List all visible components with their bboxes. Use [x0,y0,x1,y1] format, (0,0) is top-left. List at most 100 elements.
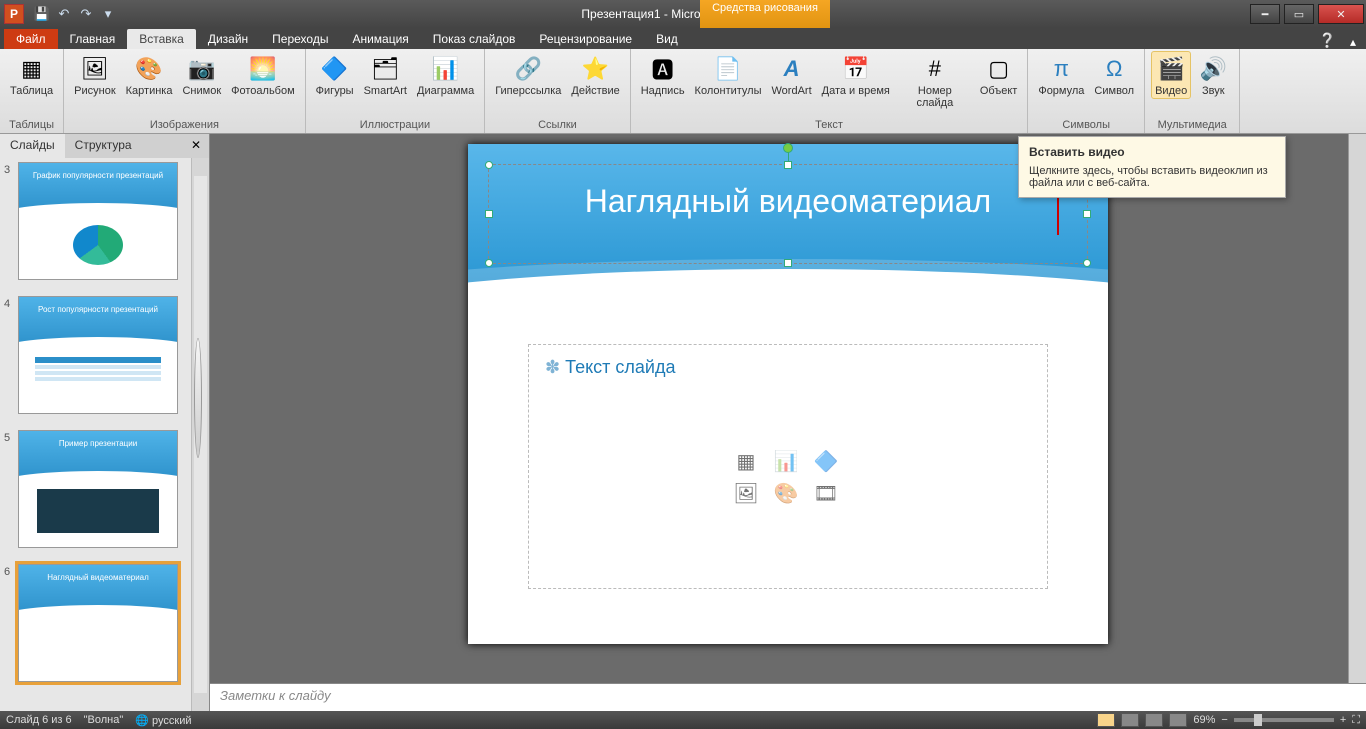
slides-tab[interactable]: Слайды [0,134,65,158]
slide-canvas[interactable]: Наглядный видеоматериал Текст слайда ▦ 📊… [210,134,1366,683]
fit-to-window-button[interactable]: ⛶ [1352,714,1360,727]
save-icon[interactable]: 💾 [32,4,52,24]
close-panel-icon[interactable]: ✕ [183,134,209,158]
workspace: Слайды Структура ✕ 3 График популярности… [0,134,1366,711]
chart-icon: 📊 [430,53,462,85]
normal-view-button[interactable] [1097,713,1115,727]
tab-review[interactable]: Рецензирование [527,29,644,49]
tab-transitions[interactable]: Переходы [260,29,340,49]
shapes-button[interactable]: 🔷Фигуры [312,51,358,99]
insert-clipart-icon[interactable]: 🎨 [771,481,801,507]
resize-handle[interactable] [784,161,792,169]
action-label: Действие [571,85,619,97]
insert-smartart-icon[interactable]: 🔷 [811,449,841,475]
body-placeholder-text[interactable]: Текст слайда [545,357,1031,378]
datetime-button[interactable]: 📅Дата и время [818,51,894,99]
tab-file[interactable]: Файл [4,29,58,49]
resize-handle[interactable] [485,259,493,267]
clipart-button[interactable]: 🎨Картинка [122,51,177,99]
outline-tab[interactable]: Структура [65,134,142,158]
media-group-label: Мультимедиа [1151,117,1233,133]
object-button[interactable]: ▢Объект [976,51,1021,99]
action-button[interactable]: ⭐Действие [567,51,623,99]
zoom-level[interactable]: 69% [1193,714,1215,726]
zoom-slider[interactable] [1234,718,1334,722]
insert-table-icon[interactable]: ▦ [731,449,761,475]
picture-button[interactable]: 🖼Рисунок [70,51,120,99]
slide-thumbnail-4[interactable]: Рост популярности презентаций [18,296,178,414]
links-group-label: Ссылки [491,117,624,133]
slidenumber-button[interactable]: #Номер слайда [896,51,974,111]
minimize-button[interactable]: ━ [1250,4,1280,24]
insert-chart-icon[interactable]: 📊 [771,449,801,475]
video-button[interactable]: 🎬Видео [1151,51,1191,99]
audio-label: Звук [1202,85,1225,97]
panel-scrollbar[interactable] [191,158,209,711]
table-button[interactable]: ▦Таблица [6,51,57,99]
contextual-tab-title: Средства рисования [700,2,830,14]
thumbnail-row: 4 Рост популярности презентаций [4,296,205,414]
close-button[interactable]: ✕ [1318,4,1364,24]
slide-thumbnail-6[interactable]: Наглядный видеоматериал [18,564,178,682]
slide[interactable]: Наглядный видеоматериал Текст слайда ▦ 📊… [468,144,1108,644]
photoalbum-button[interactable]: 🌅Фотоальбом [227,51,299,99]
reading-view-button[interactable] [1145,713,1163,727]
sorter-view-button[interactable] [1121,713,1139,727]
slideshow-view-button[interactable] [1169,713,1187,727]
hyperlink-button[interactable]: 🔗Гиперссылка [491,51,565,99]
equation-button[interactable]: πФормула [1034,51,1088,99]
rotation-handle[interactable] [783,143,793,153]
hyperlink-icon: 🔗 [512,53,544,85]
equation-label: Формула [1038,85,1084,97]
tab-home[interactable]: Главная [58,29,128,49]
zoom-in-button[interactable]: + [1340,714,1346,726]
audio-icon: 🔊 [1197,53,1229,85]
smartart-button[interactable]: 🗂SmartArt [360,51,411,99]
resize-handle[interactable] [1083,259,1091,267]
resize-handle[interactable] [1083,210,1091,218]
chart-button[interactable]: 📊Диаграмма [413,51,478,99]
audio-button[interactable]: 🔊Звук [1193,51,1233,99]
thumb-number: 6 [4,564,18,682]
insert-media-icon[interactable]: 🎞 [811,481,841,507]
language-indicator[interactable]: 🌐 русский [135,714,191,727]
textbox-icon: 🅰 [647,53,679,85]
datetime-icon: 📅 [840,53,872,85]
editor-scrollbar[interactable] [1348,134,1366,683]
zoom-out-button[interactable]: − [1221,714,1227,726]
resize-handle[interactable] [784,259,792,267]
textbox-button[interactable]: 🅰Надпись [637,51,689,99]
redo-icon[interactable]: ↷ [76,4,96,24]
wordart-button[interactable]: AWordArt [768,51,816,99]
content-placeholder[interactable]: Текст слайда ▦ 📊 🔷 🖼 🎨 🎞 [528,344,1048,589]
maximize-button[interactable]: ▭ [1284,4,1314,24]
undo-icon[interactable]: ↶ [54,4,74,24]
headerfooter-button[interactable]: 📄Колонтитулы [691,51,766,99]
clipart-label: Картинка [126,85,173,97]
symbol-button[interactable]: ΩСимвол [1090,51,1138,99]
slide-thumbnail-5[interactable]: Пример презентации [18,430,178,548]
tab-animation[interactable]: Анимация [340,29,420,49]
help-icon[interactable]: ❔ [1319,32,1336,49]
resize-handle[interactable] [485,210,493,218]
slide-thumbnail-3[interactable]: График популярности презентаций [18,162,178,280]
notes-pane[interactable]: Заметки к слайду [210,683,1366,711]
minimize-ribbon-icon[interactable]: ▴ [1350,35,1356,49]
screenshot-button[interactable]: 📷Снимок [178,51,225,99]
insert-picture-icon[interactable]: 🖼 [731,481,761,507]
tab-slideshow[interactable]: Показ слайдов [421,29,528,49]
thumb-number: 4 [4,296,18,414]
slides-panel-tabs: Слайды Структура ✕ [0,134,209,158]
status-bar: Слайд 6 из 6 "Волна" 🌐 русский 69% − + ⛶ [0,711,1366,729]
tab-insert[interactable]: Вставка [127,29,196,49]
slide-title-text[interactable]: Наглядный видеоматериал [489,165,1087,238]
qat-dropdown-icon[interactable]: ▾ [98,4,118,24]
resize-handle[interactable] [485,161,493,169]
thumb-title: График популярности презентаций [19,171,177,180]
datetime-label: Дата и время [822,85,890,97]
tab-view[interactable]: Вид [644,29,690,49]
zoom-handle[interactable] [1254,714,1262,726]
tab-design[interactable]: Дизайн [196,29,260,49]
scrollbar-handle[interactable] [194,338,202,458]
title-placeholder[interactable]: Наглядный видеоматериал [488,164,1088,264]
